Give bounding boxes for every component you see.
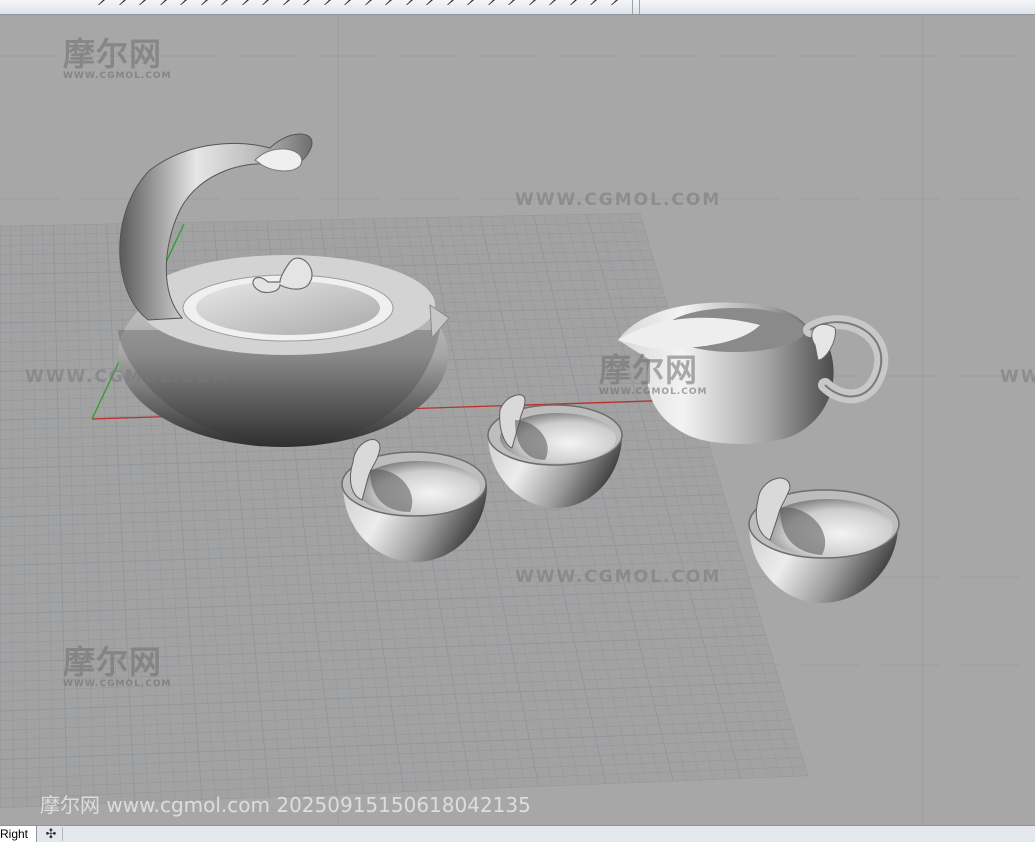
viewport-tab-bar: Right ✣ bbox=[0, 825, 1035, 842]
toolbar-button[interactable] bbox=[301, 0, 311, 5]
toolbar-button[interactable] bbox=[260, 0, 270, 5]
watermark-logo: 摩尔网 WWW.CGMOL.COM bbox=[63, 35, 172, 81]
toolbar-button[interactable] bbox=[445, 0, 455, 5]
watermark-logo: 摩尔网 WWW.CGMOL.COM bbox=[63, 643, 172, 689]
toolbar-button[interactable] bbox=[137, 0, 147, 5]
toolbar bbox=[0, 0, 1035, 15]
toolbar-button[interactable] bbox=[486, 0, 496, 5]
teapot bbox=[118, 133, 450, 447]
watermark-url: WWW.CGMOL.COM bbox=[515, 190, 722, 210]
toolbar-button[interactable] bbox=[527, 0, 537, 5]
toolbar-button[interactable] bbox=[322, 0, 332, 5]
toolbar-button[interactable] bbox=[96, 0, 106, 5]
viewport-right[interactable]: 摩尔网 WWW.CGMOL.COM 摩尔网 WWW.CGMOL.COM 摩尔网 … bbox=[0, 15, 1035, 824]
toolbar-button[interactable] bbox=[178, 0, 188, 5]
toolbar-button[interactable] bbox=[199, 0, 209, 5]
cup-right bbox=[748, 477, 900, 603]
plus-icon: ✣ bbox=[45, 826, 57, 841]
toolbar-button[interactable] bbox=[281, 0, 291, 5]
toolbar-button[interactable] bbox=[219, 0, 229, 5]
toolbar-button[interactable] bbox=[568, 0, 578, 5]
watermark-logo: 摩尔网 WWW.CGMOL.COM bbox=[599, 351, 708, 397]
tab-right[interactable]: Right bbox=[0, 826, 38, 842]
watermark-stamp: 摩尔网 www.cgmol.com 20250915150618042135 bbox=[40, 793, 531, 817]
toolbar-separator bbox=[632, 0, 633, 14]
toolbar-button[interactable] bbox=[506, 0, 516, 5]
toolbar-button[interactable] bbox=[609, 0, 619, 5]
watermark-url: WWW.CGMOL.COM bbox=[25, 367, 232, 387]
toolbar-button[interactable] bbox=[547, 0, 557, 5]
viewport-scene bbox=[0, 15, 1035, 824]
toolbar-button[interactable] bbox=[465, 0, 475, 5]
toolbar-button[interactable] bbox=[363, 0, 373, 5]
add-viewport-tab-button[interactable]: ✣ bbox=[40, 827, 63, 841]
toolbar-button[interactable] bbox=[404, 0, 414, 5]
toolbar-button[interactable] bbox=[158, 0, 168, 5]
toolbar-button[interactable] bbox=[424, 0, 434, 5]
toolbar-button[interactable] bbox=[342, 0, 352, 5]
toolbar-button[interactable] bbox=[588, 0, 598, 5]
toolbar-button[interactable] bbox=[240, 0, 250, 5]
toolbar-button[interactable] bbox=[383, 0, 393, 5]
watermark-url: WWW.CGMOL.COM bbox=[515, 567, 722, 587]
toolbar-button[interactable] bbox=[117, 0, 127, 5]
toolbar-separator bbox=[639, 0, 640, 14]
watermark-url: WWW.CGMOL.COM bbox=[1000, 367, 1035, 387]
